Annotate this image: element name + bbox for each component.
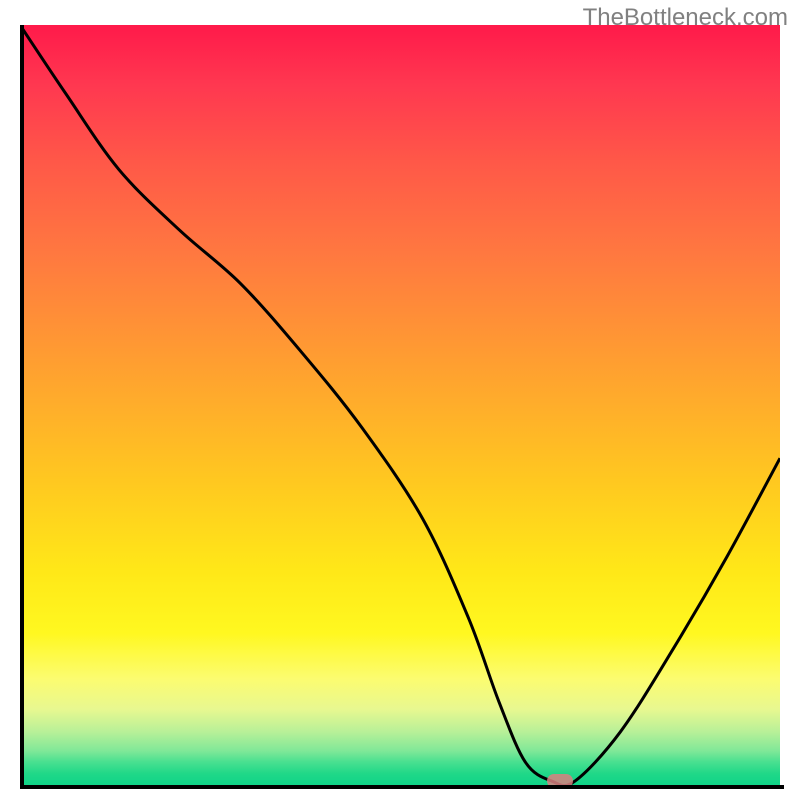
- x-axis: [20, 785, 784, 789]
- bottleneck-curve-line: [20, 25, 780, 785]
- bottleneck-chart: TheBottleneck.com: [0, 0, 800, 800]
- plot-area: [20, 25, 780, 785]
- y-axis: [20, 25, 24, 789]
- watermark-text: TheBottleneck.com: [583, 4, 788, 32]
- optimal-point-marker: [547, 774, 573, 785]
